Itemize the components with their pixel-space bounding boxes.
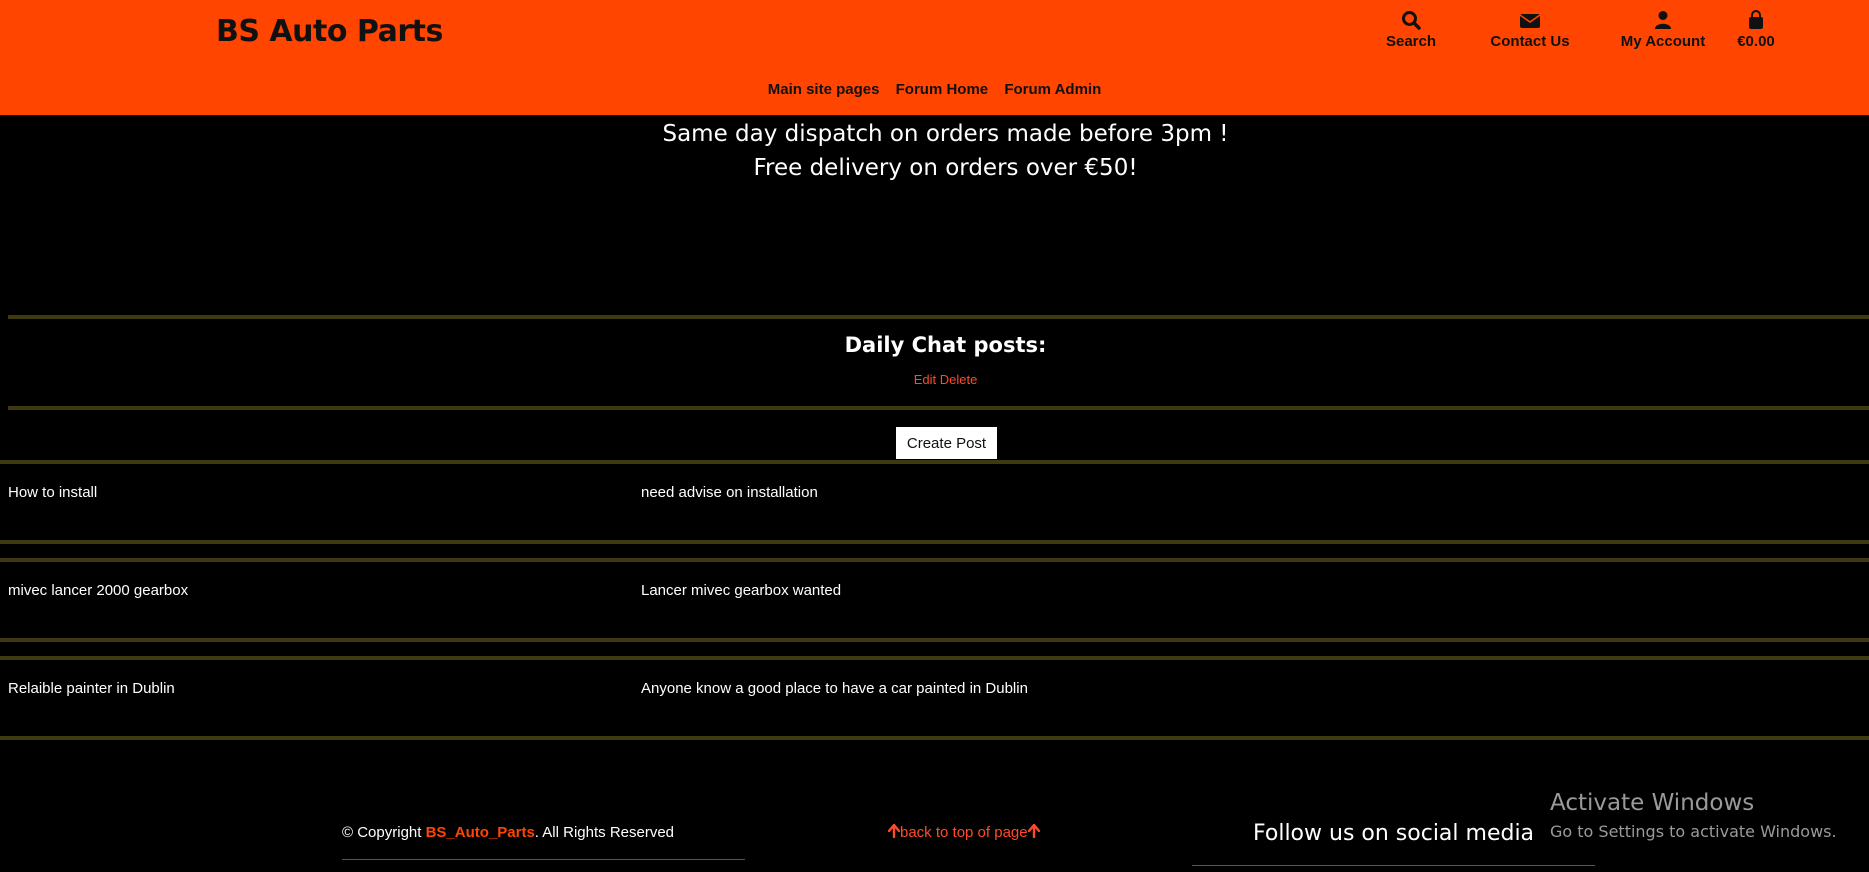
- shopping-bag-icon: [1749, 10, 1763, 29]
- post-row[interactable]: mivec lancer 2000 gearbox Lancer mivec g…: [0, 562, 1869, 638]
- post-row[interactable]: How to install need advise on installati…: [0, 464, 1869, 540]
- brand-logo[interactable]: BS Auto Parts: [216, 14, 443, 49]
- edit-link[interactable]: Edit: [914, 372, 936, 387]
- contact-label: Contact Us: [1490, 33, 1570, 50]
- create-post-button[interactable]: Create Post: [896, 427, 997, 459]
- divider: [1192, 865, 1595, 866]
- divider: [0, 540, 1869, 544]
- post-row[interactable]: Relaible painter in Dublin Anyone know a…: [0, 660, 1869, 736]
- divider: [8, 315, 1869, 319]
- post-title[interactable]: mivec lancer 2000 gearbox: [8, 582, 188, 599]
- envelope-icon: [1519, 14, 1541, 28]
- back-to-top-link[interactable]: back to top of page: [887, 823, 1040, 841]
- subnav-main-site-pages[interactable]: Main site pages: [768, 81, 880, 98]
- promo-dispatch: Same day dispatch on orders made before …: [662, 121, 1229, 147]
- arrow-up-icon: [887, 823, 901, 839]
- admin-links: Edit Delete: [0, 372, 1869, 387]
- back-to-top-label: back to top of page: [900, 824, 1028, 841]
- copyright-prefix: © Copyright: [342, 824, 426, 841]
- bag-total: €0.00: [1737, 33, 1775, 50]
- post-description: need advise on installation: [641, 484, 818, 501]
- copyright-brand-link[interactable]: BS_Auto_Parts: [426, 824, 535, 841]
- search-icon: [1402, 11, 1421, 30]
- arrow-up-icon: [1027, 823, 1040, 839]
- contact-nav-link[interactable]: Contact Us: [1455, 10, 1605, 50]
- forum-title: Daily Chat posts:: [844, 333, 1047, 357]
- windows-activation-watermark: Activate Windows Go to Settings to activ…: [1550, 790, 1837, 841]
- divider: [342, 859, 745, 860]
- watermark-title: Activate Windows: [1550, 790, 1755, 816]
- watermark-subtitle: Go to Settings to activate Windows.: [1550, 822, 1837, 841]
- account-nav-link[interactable]: My Account: [1600, 10, 1726, 50]
- post-description: Lancer mivec gearbox wanted: [641, 582, 842, 599]
- social-heading: Follow us on social media: [1253, 821, 1535, 846]
- forum-subnav: Main site pages Forum Home Forum Admin: [0, 81, 1869, 98]
- subnav-forum-admin[interactable]: Forum Admin: [1004, 81, 1101, 98]
- user-icon: [1655, 11, 1671, 29]
- copyright: © Copyright BS_Auto_Parts. All Rights Re…: [342, 824, 674, 841]
- post-description: Anyone know a good place to have a car p…: [641, 680, 1028, 697]
- divider: [0, 736, 1869, 740]
- divider: [0, 638, 1869, 642]
- top-nav: Search Contact Us My Account €0.00: [1340, 10, 1790, 60]
- divider: [8, 406, 1869, 410]
- promo-banner: Same day dispatch on orders made before …: [0, 117, 1869, 185]
- promo-delivery: Free delivery on orders over €50!: [753, 155, 1138, 181]
- post-title[interactable]: How to install: [8, 484, 97, 501]
- bag-nav-link[interactable]: €0.00: [1723, 10, 1789, 50]
- copyright-suffix: . All Rights Reserved: [534, 824, 675, 841]
- account-label: My Account: [1620, 33, 1706, 50]
- post-title[interactable]: Relaible painter in Dublin: [8, 680, 175, 697]
- subnav-forum-home[interactable]: Forum Home: [896, 81, 989, 98]
- delete-link[interactable]: Delete: [940, 372, 978, 387]
- site-header: BS Auto Parts Search Contact Us My Accou…: [0, 0, 1869, 115]
- search-label: Search: [1385, 33, 1437, 50]
